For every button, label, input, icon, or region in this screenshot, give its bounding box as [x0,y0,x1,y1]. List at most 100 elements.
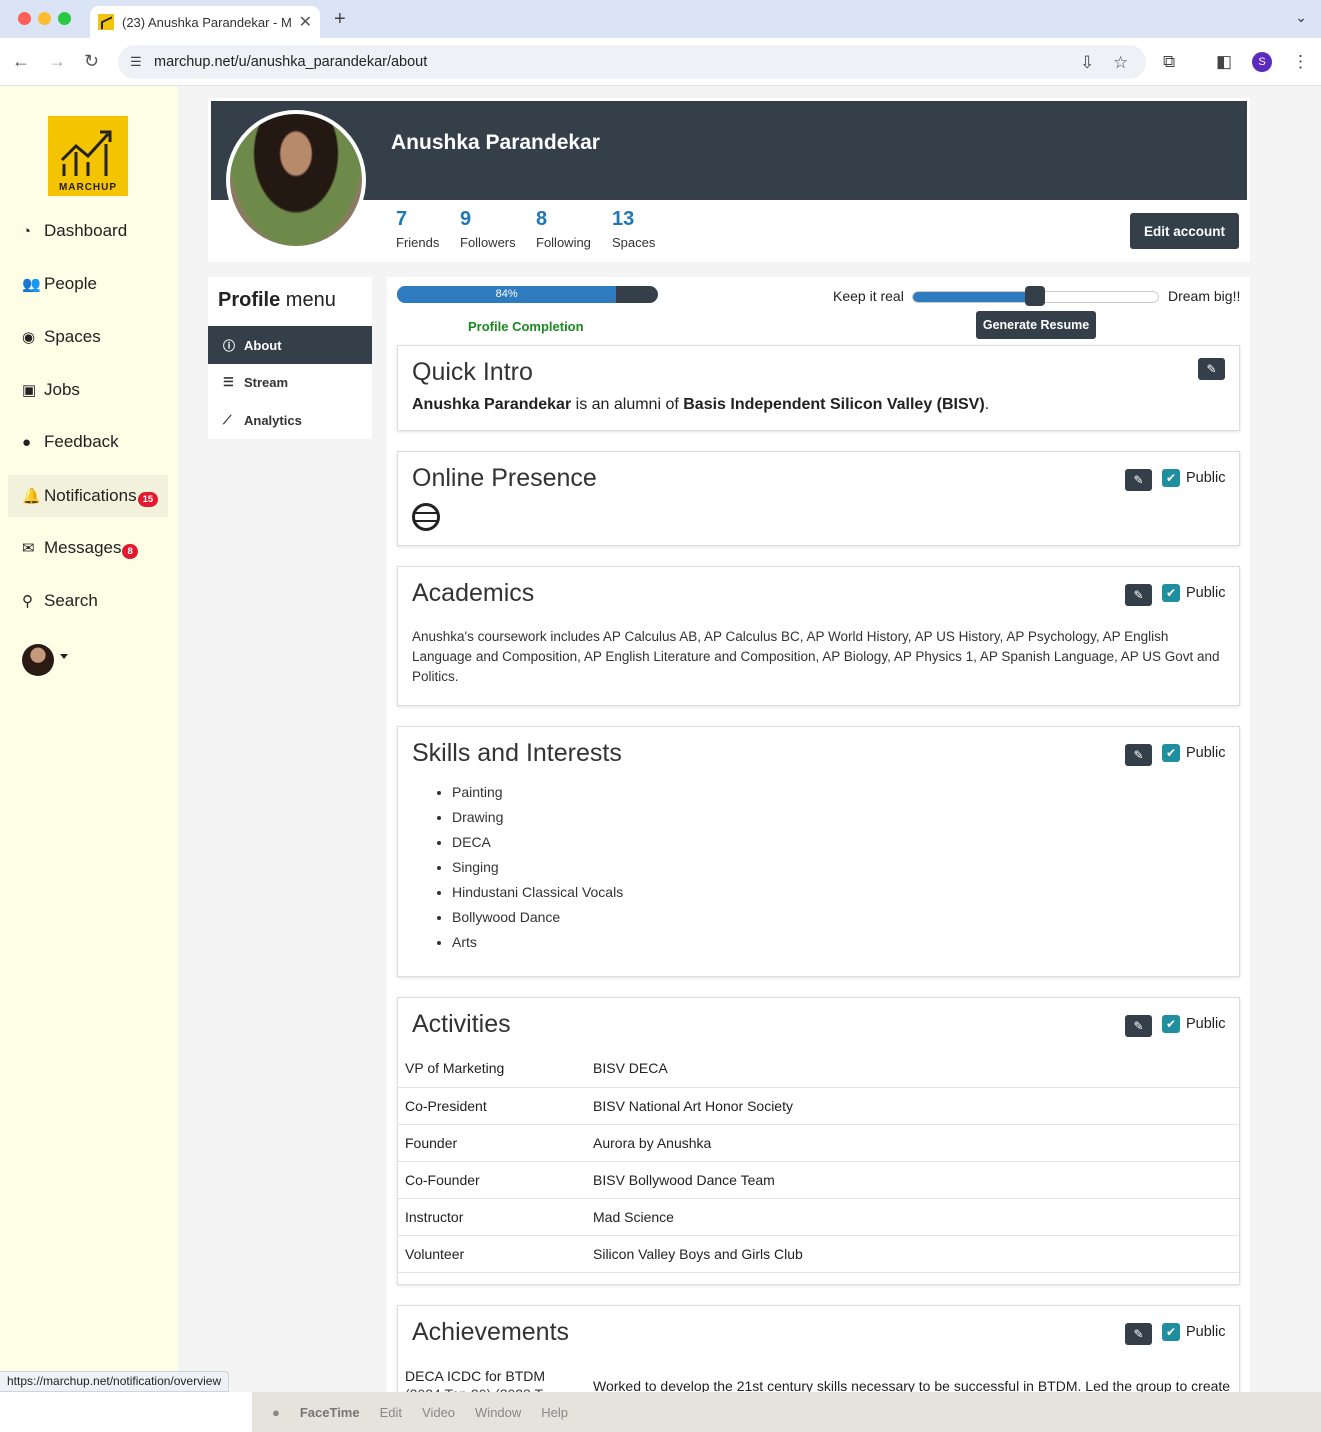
install-app-icon[interactable]: ⇩ [1080,53,1094,73]
menu-video[interactable]: Video [422,1405,455,1420]
menu-help[interactable]: Help [541,1405,568,1420]
forward-icon[interactable]: → [48,51,66,72]
activity-org: BISV Bollywood Dance Team [586,1161,1239,1199]
edit-account-button[interactable]: Edit account [1130,213,1239,249]
extensions-icon[interactable]: ⧉ [1163,52,1175,72]
public-checkbox[interactable]: ✔ Public [1162,1323,1226,1341]
apple-icon[interactable]: ● [272,1405,280,1420]
skills-list: Painting Drawing DECA Singing Hindustani… [452,780,623,955]
public-label: Public [1186,1016,1226,1032]
messages-badge: 8 [122,543,138,559]
edit-pencil-icon[interactable]: ✎ [1198,358,1225,380]
stat-following[interactable]: 8 Following [536,208,591,250]
activities-section: Activities ✎ ✔ Public VP of Marketing BISV… [397,997,1240,1285]
edit-pencil-icon[interactable]: ✎ [1125,469,1152,491]
profile-header: Anushka Parandekar 7 Friends 9 Followers 8… [208,98,1250,262]
profile-menu-about[interactable]: ⓘ About [208,326,372,364]
public-checkbox[interactable]: ✔ Public [1162,744,1226,762]
chrome-profile-avatar[interactable]: S [1252,52,1272,72]
edit-pencil-icon[interactable]: ✎ [1125,584,1152,606]
profile-menu-stream[interactable]: ☰ Stream [208,363,372,401]
profile-menu-label: Analytics [244,412,302,428]
menu-window[interactable]: Window [475,1405,521,1420]
checkmark-icon: ✔ [1162,1323,1180,1341]
sidebar-item-jobs[interactable]: ▣ Jobs [22,375,80,405]
sidebar-item-feedback[interactable]: ● Feedback [22,427,119,457]
sidebar-item-label: Spaces [44,327,101,346]
table-row: VP of Marketing BISV DECA [398,1050,1239,1088]
sidebar-item-dashboard[interactable]: ◔ Dashboard [22,216,127,246]
tab-search-chevron-icon[interactable]: ⌄ [1295,9,1307,26]
sidebar-item-label: Jobs [44,380,80,399]
sidebar-item-notifications[interactable]: 🔔 Notifications 15 [8,475,168,517]
browser-toolbar: ← → ↻ ☰ marchup.net/u/anushka_parandekar… [0,38,1321,86]
activity-org: BISV National Art Honor Society [586,1087,1239,1125]
public-label: Public [1186,1324,1226,1340]
stat-value: 8 [536,208,548,230]
edit-pencil-icon[interactable]: ✎ [1125,1323,1152,1345]
profile-menu-title: Profile menu [218,289,336,312]
about-content: 84% Profile Completion Keep it real Drea… [387,277,1250,1425]
people-icon: 👥 [22,276,41,293]
sidebar-item-spaces[interactable]: ◉ Spaces [22,322,101,352]
close-window-button[interactable] [18,12,31,25]
list-item: Arts [452,930,623,955]
stat-followers[interactable]: 9 Followers [460,208,516,250]
public-checkbox[interactable]: ✔ Public [1162,584,1226,602]
back-icon[interactable]: ← [12,51,30,72]
edit-pencil-icon[interactable]: ✎ [1125,744,1152,766]
user-menu-caret-icon[interactable] [60,654,68,659]
edit-pencil-icon[interactable]: ✎ [1125,1015,1152,1037]
new-tab-icon[interactable]: + [334,8,346,31]
marchup-logo[interactable]: MARCHUP [48,116,128,196]
globe-icon[interactable] [412,503,440,531]
reload-icon[interactable]: ↻ [84,51,99,72]
table-row: Founder Aurora by Anushka [398,1124,1239,1162]
site-info-icon[interactable]: ☰ [130,54,142,70]
generate-resume-button[interactable]: Generate Resume [976,311,1096,339]
profile-menu: Profile menu ⓘ About ☰ Stream ⟋ Analytics [208,277,372,439]
section-title: Academics [412,579,535,607]
address-bar[interactable]: ☰ marchup.net/u/anushka_parandekar/about… [118,45,1146,79]
info-icon: ⓘ [223,338,236,353]
stat-label: Spaces [612,235,656,250]
activity-org: Mad Science [586,1198,1239,1236]
profile-picture[interactable] [226,110,366,250]
envelope-icon: ✉ [22,540,35,557]
academics-section: Academics ✎ ✔ Public Anushka's coursework… [397,566,1240,706]
skills-section: Skills and Interests ✎ ✔ Public Painting … [397,726,1240,977]
sidebar-item-search[interactable]: ⚲ Search [22,586,98,616]
menu-edit[interactable]: Edit [380,1405,402,1420]
chart-logo-icon [60,130,112,176]
sidebar-item-messages[interactable]: ✉ Messages 8 [22,533,138,563]
zoom-window-button[interactable] [58,12,71,25]
status-bar-url: https://marchup.net/notification/overvie… [0,1371,230,1392]
public-checkbox[interactable]: ✔ Public [1162,1015,1226,1033]
main-content: Anushka Parandekar 7 Friends 9 Followers 8… [178,86,1321,1425]
tab-title: (23) Anushka Parandekar - M [122,14,292,30]
search-icon: ⚲ [22,593,33,610]
achievement-title: DECA ICDC for BTDM [405,1368,546,1384]
sidebar-item-label: Notifications [44,486,137,505]
list-icon: ☰ [223,375,234,389]
stat-friends[interactable]: 7 Friends [396,208,439,250]
sidebar-item-people[interactable]: 👥 People [22,269,97,299]
chrome-menu-icon[interactable]: ⋮ [1292,52,1309,72]
stat-spaces[interactable]: 13 Spaces [612,208,655,250]
academics-text: Anushka's coursework includes AP Calculu… [412,629,1220,684]
close-tab-icon[interactable]: ✕ [299,12,312,32]
sidebar-item-label: Feedback [44,432,119,451]
section-title: Skills and Interests [412,739,622,767]
app-sidebar: MARCHUP ◔ Dashboard 👥 People ◉ Spaces ▣ Jobs… [0,86,178,1392]
browser-tab[interactable]: (23) Anushka Parandekar - M ✕ [90,6,320,38]
quick-intro-section: Quick Intro ✎ Anushka Parandekar is an a… [397,345,1240,431]
profile-menu-analytics[interactable]: ⟋ Analytics [208,401,372,439]
user-avatar[interactable] [22,644,54,676]
ambition-slider-thumb[interactable] [1025,286,1045,306]
menu-facetime[interactable]: FaceTime [300,1405,360,1420]
side-panel-icon[interactable]: ◧ [1216,52,1232,72]
public-checkbox[interactable]: ✔ Public [1162,469,1226,487]
minimize-window-button[interactable] [38,12,51,25]
bookmark-star-icon[interactable]: ☆ [1113,53,1128,73]
sidebar-item-label: Messages [44,538,122,557]
